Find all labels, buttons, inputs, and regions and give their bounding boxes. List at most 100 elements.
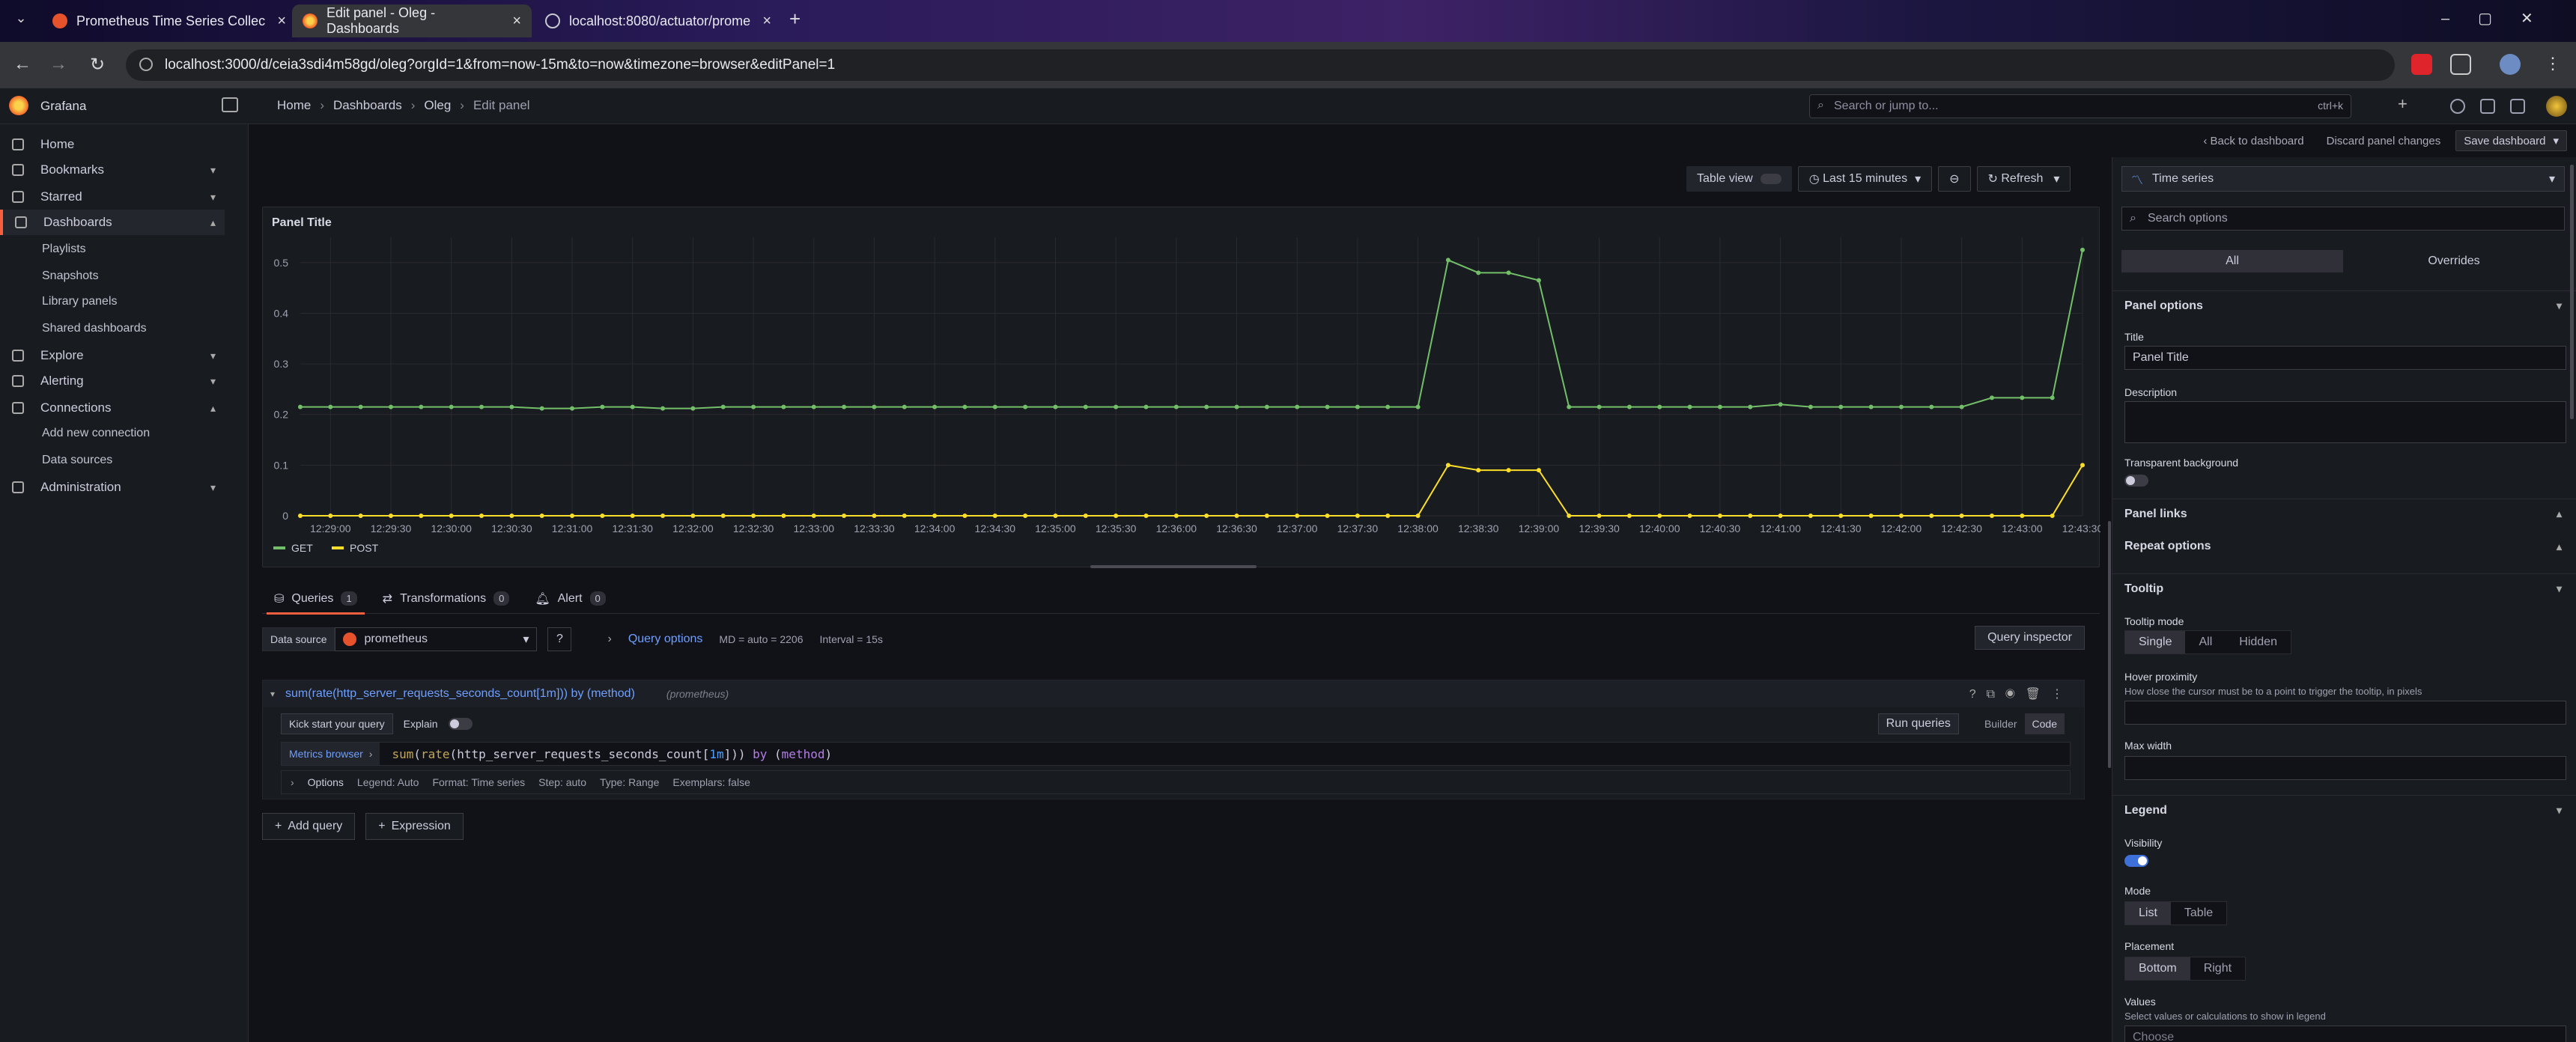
tab-alert[interactable]: 🔔︎ Alert 0 [535,584,606,614]
scrollbar[interactable] [2570,165,2574,419]
sidebar-item-snapshots[interactable]: Snapshots [0,263,225,289]
search-options-input[interactable]: ⌕ Search options [2121,207,2565,231]
sidebar-item-dashboards[interactable]: Dashboards ▴ [0,210,225,235]
zoom-out-button[interactable]: ⊖ [1938,166,1971,192]
query-options[interactable]: › Query options MD = auto = 2206 Interva… [607,633,882,646]
sidebar-item-home[interactable]: Home [0,132,225,157]
tab-queries[interactable]: ⛁ Queries 1 [267,584,365,615]
section-repeat-options[interactable]: Repeat options ▴ [2112,531,2576,561]
browser-tab-actuator[interactable]: localhost:8080/actuator/prome × [535,4,782,37]
query-inspector-button[interactable]: Query inspector [1975,626,2085,650]
tooltip-mode-single[interactable]: Single [2125,631,2186,653]
sidebar-item-data-sources[interactable]: Data sources [0,448,225,473]
sidebar-item-starred[interactable]: Starred ▾ [0,184,225,210]
search-input[interactable]: ⌕ Search or jump to... ctrl+k [1809,94,2351,118]
reload-icon[interactable]: ↻ [82,54,112,76]
description-textarea[interactable] [2124,401,2566,443]
close-icon[interactable]: × [277,13,286,30]
window-controls[interactable]: –▢✕ [2441,9,2562,28]
new-tab-icon[interactable]: + [789,7,801,31]
browser-tab-prometheus[interactable]: Prometheus Time Series Collec × [42,4,297,37]
section-legend[interactable]: Legend ▾ [2112,795,2576,825]
run-queries-button[interactable]: Run queries [1877,713,1959,734]
hover-proximity-input[interactable] [2124,701,2566,725]
breadcrumb-oleg[interactable]: Oleg [424,98,451,113]
toggle-switch[interactable] [1760,174,1781,184]
sidebar-item-connections[interactable]: Connections ▴ [0,395,225,421]
sidebar-item-shared-dashboards[interactable]: Shared dashboards [0,316,225,341]
section-panel-options[interactable]: Panel options ▾ [2112,290,2576,320]
query-options-label[interactable]: Query options [628,633,703,646]
resize-handle[interactable] [1090,565,1257,568]
builder-mode-tab[interactable]: Builder [1977,713,2025,734]
datasource-help-button[interactable]: ? [547,627,572,651]
tab-search-icon[interactable]: ⌄ [6,10,36,26]
table-view-toggle[interactable]: Table view [1686,166,1792,192]
breadcrumb-dashboards[interactable]: Dashboards [333,98,402,113]
add-icon[interactable]: + [2398,94,2413,113]
user-avatar[interactable] [2546,96,2567,117]
refresh-button[interactable]: ↻ Refresh ▾ [1976,166,2071,192]
query-actions[interactable]: ?⧉◉🗑︎⋮ [1969,686,2074,701]
news-icon[interactable] [2480,99,2495,114]
sidebar-item-add-new-connection[interactable]: Add new connection [0,421,225,446]
sidebar-item-explore[interactable]: Explore ▾ [0,343,225,368]
browser-menu-icon[interactable]: ⋮ [2545,54,2561,73]
tooltip-mode-hidden[interactable]: Hidden [2226,631,2291,653]
close-icon[interactable]: × [512,13,521,30]
values-select[interactable]: Choose [2124,1026,2566,1042]
placement-right[interactable]: Right [2190,957,2245,980]
datasource-select[interactable]: prometheus ▾ [335,627,538,651]
back-to-dashboard-button[interactable]: ‹ Back to dashboard [2196,130,2311,151]
transparent-toggle[interactable] [2124,475,2148,487]
placement-bottom[interactable]: Bottom [2125,957,2190,980]
time-range-picker[interactable]: ◷ Last 15 minutes ▾ [1797,166,1933,192]
collapse-icon[interactable]: ▾ [270,689,275,699]
visualization-picker[interactable]: 〽 Time series ▾ [2121,166,2565,192]
legend-mode-table[interactable]: Table [2171,902,2226,924]
help-icon[interactable] [2450,99,2465,114]
max-width-input[interactable] [2124,756,2566,780]
sidebar-item-administration[interactable]: Administration ▾ [0,475,225,500]
grafana-logo-icon[interactable] [9,96,28,115]
sidebar-item-bookmarks[interactable]: Bookmarks ▾ [0,157,225,183]
tab-overrides[interactable]: Overrides [2343,250,2565,272]
explain-toggle[interactable] [448,718,473,730]
legend-mode-list[interactable]: List [2125,902,2171,924]
scrollbar[interactable] [2108,521,2111,768]
code-mode-tab[interactable]: Code [2024,713,2065,734]
add-query-button[interactable]: + Add query [262,813,356,840]
kick-start-button[interactable]: Kick start your query [281,713,393,734]
section-panel-links[interactable]: Panel links ▴ [2112,499,2576,528]
sidebar-item-playlists[interactable]: Playlists [0,237,225,262]
forward-icon[interactable]: → [43,54,73,75]
tab-all[interactable]: All [2121,250,2343,272]
options-label[interactable]: Options [308,776,344,788]
title-input[interactable]: Panel Title [2124,346,2566,370]
site-info-icon[interactable] [139,58,153,71]
kiosk-icon[interactable] [2510,99,2525,114]
breadcrumb-home[interactable]: Home [277,98,311,113]
promql-expression[interactable]: sum(rate(http_server_requests_seconds_co… [392,747,832,761]
legend-visibility-toggle[interactable] [2124,855,2148,867]
time-series-chart[interactable]: 0 0.1 0.2 0.3 0.4 0.5 12:29:00 12:29:30 12:30:00… [263,207,2100,568]
add-expression-button[interactable]: + Expression [365,813,464,840]
sidebar-item-alerting[interactable]: Alerting ▾ [0,368,225,394]
browser-tab-edit-panel[interactable]: Edit panel - Oleg - Dashboards × [292,4,532,37]
sidebar-item-library-panels[interactable]: Library panels [0,289,225,314]
section-tooltip[interactable]: Tooltip ▾ [2112,573,2576,603]
tab-transformations[interactable]: ⇄ Transformations 0 [383,584,510,614]
tooltip-mode-all[interactable]: All [2185,631,2226,653]
back-icon[interactable]: ← [7,54,37,75]
metrics-browser-button[interactable]: Metrics browser › [282,743,380,765]
extensions-puzzle-icon[interactable] [2450,54,2471,75]
save-dashboard-button[interactable]: Save dashboard ▾ [2455,130,2567,151]
discard-changes-button[interactable]: Discard panel changes [2319,130,2449,151]
query-options-row[interactable]: › Options Legend: Auto Format: Time seri… [281,770,2071,794]
panel-preview[interactable]: 0 0.1 0.2 0.3 0.4 0.5 12:29:00 12:29:30 12:30:00… [262,207,2100,567]
extension-icon[interactable] [2411,54,2432,75]
close-icon[interactable]: × [762,13,771,30]
profile-avatar[interactable] [2500,54,2521,75]
query-name[interactable]: sum(rate(http_server_requests_seconds_co… [285,687,635,701]
dock-menu-icon[interactable] [222,97,238,112]
